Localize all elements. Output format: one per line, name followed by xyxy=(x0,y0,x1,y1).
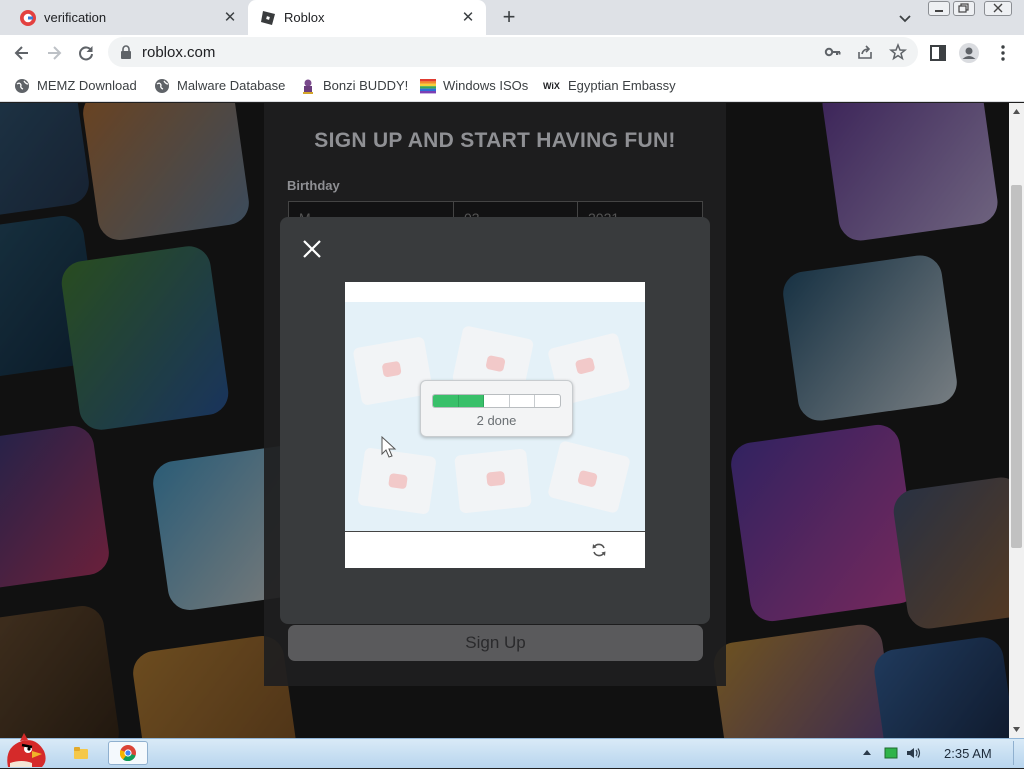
reload-icon[interactable] xyxy=(76,43,96,63)
volume-icon[interactable] xyxy=(906,747,922,759)
windows-flag-icon xyxy=(420,78,436,93)
show-hidden-icons-arrow-icon[interactable] xyxy=(860,747,874,759)
captcha-progress-label: 2 done xyxy=(476,413,517,428)
bookmark-memz-download[interactable]: MEMZ Download xyxy=(14,70,137,101)
bookmark-star-icon[interactable] xyxy=(889,43,907,61)
restore-window-button[interactable] xyxy=(953,1,975,16)
progress-segment-pending xyxy=(484,395,510,407)
captcha-tile[interactable] xyxy=(454,448,532,514)
scrollbar-thumb[interactable] xyxy=(1011,185,1022,548)
progress-segment-pending xyxy=(510,395,536,407)
bookmark-label: Bonzi BUDDY! xyxy=(323,78,409,93)
taskbar-explorer-button[interactable] xyxy=(66,741,96,765)
signup-button[interactable]: Sign Up xyxy=(288,625,703,661)
battery-icon[interactable] xyxy=(884,747,898,759)
roblox-favicon-icon xyxy=(261,10,275,25)
kebab-menu-icon[interactable] xyxy=(993,43,1013,63)
globe-icon xyxy=(15,78,29,93)
new-tab-plus-icon[interactable]: + xyxy=(498,6,520,28)
back-arrow-icon[interactable] xyxy=(12,43,32,63)
progress-segment-done xyxy=(458,395,485,407)
minimize-icon xyxy=(935,10,943,12)
forward-arrow-icon[interactable] xyxy=(44,43,64,63)
bonzi-icon xyxy=(303,79,313,94)
angry-bird-start-icon[interactable] xyxy=(2,731,50,769)
captcha-progress-card: 2 done xyxy=(420,380,573,437)
bookmark-label: MEMZ Download xyxy=(37,78,137,93)
verification-favicon-icon xyxy=(20,9,36,26)
restore-icon xyxy=(958,3,969,13)
chrome-icon xyxy=(120,745,136,761)
bookmark-windows-isos[interactable]: Windows ISOs xyxy=(420,70,528,101)
minimize-window-button[interactable] xyxy=(928,1,950,16)
profile-avatar-icon[interactable] xyxy=(959,43,979,63)
tab-search-chevron-icon[interactable] xyxy=(896,9,914,27)
bookmarks-bar: MEMZ Download Malware Database Bonzi BUD… xyxy=(0,70,1024,102)
bookmark-label: Egyptian Embassy xyxy=(568,78,676,93)
side-panel-icon[interactable] xyxy=(928,43,948,63)
progress-segment-pending xyxy=(535,395,560,407)
bookmark-label: Windows ISOs xyxy=(443,78,529,93)
share-icon[interactable] xyxy=(856,43,874,61)
tab-strip: verification ✕ Roblox ✕ + xyxy=(0,0,1024,35)
browser-toolbar: roblox.com xyxy=(0,35,1024,70)
url-text[interactable]: roblox.com xyxy=(142,44,215,61)
close-icon xyxy=(993,3,1003,13)
tab-close-icon[interactable]: ✕ xyxy=(460,9,476,26)
scroll-up-arrow-icon[interactable] xyxy=(1012,107,1021,116)
address-bar[interactable]: roblox.com xyxy=(108,37,918,67)
taskbar: 2:35 AM xyxy=(0,733,1024,768)
tab-roblox[interactable]: Roblox ✕ xyxy=(248,0,486,35)
taskbar-chrome-button[interactable] xyxy=(108,741,148,765)
birthday-label: Birthday xyxy=(287,178,340,193)
show-desktop-button[interactable] xyxy=(1013,741,1024,765)
close-window-button[interactable] xyxy=(984,1,1012,16)
tab-title: verification xyxy=(44,10,107,25)
tab-verification[interactable]: verification ✕ xyxy=(8,0,248,35)
tab-title: Roblox xyxy=(284,10,325,25)
tab-close-icon[interactable]: ✕ xyxy=(222,9,238,26)
bookmark-malware-database[interactable]: Malware Database xyxy=(154,70,285,101)
page-scrollbar[interactable] xyxy=(1009,103,1024,738)
wix-icon: WiX xyxy=(543,80,560,91)
scroll-down-arrow-icon[interactable] xyxy=(1012,725,1021,734)
key-icon[interactable] xyxy=(824,43,842,61)
folder-icon xyxy=(74,747,88,759)
mouse-cursor-icon xyxy=(381,436,397,458)
taskbar-clock[interactable]: 2:35 AM xyxy=(944,746,992,761)
captcha-progress-bar xyxy=(432,394,561,408)
bookmark-label: Malware Database xyxy=(177,78,286,93)
progress-segment-done xyxy=(433,395,459,407)
captcha-tile[interactable] xyxy=(547,440,631,514)
lock-icon[interactable] xyxy=(120,45,132,59)
signup-heading: SIGN UP AND START HAVING FUN! xyxy=(314,129,676,152)
refresh-icon[interactable] xyxy=(591,542,607,558)
captcha-tile[interactable] xyxy=(357,447,437,515)
bookmark-egyptian-embassy[interactable]: WiX Egyptian Embassy xyxy=(543,70,676,101)
globe-icon xyxy=(155,78,169,93)
bookmark-bonzi-buddy[interactable]: Bonzi BUDDY! xyxy=(300,70,408,101)
close-icon[interactable] xyxy=(300,237,324,261)
